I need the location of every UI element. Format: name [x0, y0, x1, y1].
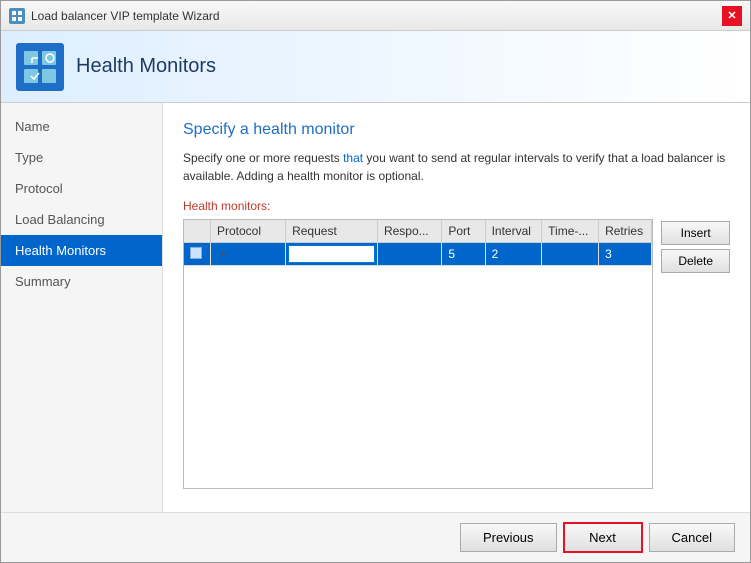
main-content: Name Type Protocol Load Balancing Health… — [1, 103, 750, 512]
protocol-cell[interactable]: ▼ — [211, 243, 286, 266]
sidebar-item-load-balancing[interactable]: Load Balancing — [1, 204, 162, 235]
app-icon — [9, 8, 25, 24]
col-header-response: Respo... — [377, 220, 441, 243]
footer: Previous Next Cancel — [1, 512, 750, 562]
section-label: Health monitors: — [183, 199, 730, 213]
table-row: ▼ 5 2 3 — [184, 243, 652, 266]
request-input[interactable] — [288, 245, 375, 263]
title-bar: Load balancer VIP template Wizard ✕ — [1, 1, 750, 31]
next-button[interactable]: Next — [563, 522, 643, 553]
request-cell[interactable] — [286, 243, 378, 266]
col-header-timeout: Time-... — [542, 220, 599, 243]
page-header-title: Health Monitors — [76, 55, 216, 78]
header-icon — [16, 43, 64, 91]
wizard-window: Load balancer VIP template Wizard ✕ Heal… — [0, 0, 751, 563]
insert-button[interactable]: Insert — [661, 221, 730, 245]
sidebar-item-health-monitors[interactable]: Health Monitors — [1, 235, 162, 266]
window-title: Load balancer VIP template Wizard — [31, 9, 220, 23]
timeout-cell — [542, 243, 599, 266]
col-header-retries: Retries — [599, 220, 652, 243]
sidebar-item-protocol[interactable]: Protocol — [1, 173, 162, 204]
table-header-row: Protocol Request Respo... Port Interval … — [184, 220, 652, 243]
health-monitors-table-container: Protocol Request Respo... Port Interval … — [183, 219, 653, 489]
col-header-protocol: Protocol — [211, 220, 286, 243]
sidebar-item-summary[interactable]: Summary — [1, 266, 162, 297]
protocol-dropdown-arrow[interactable]: ▼ — [219, 250, 227, 259]
sidebar-item-name[interactable]: Name — [1, 111, 162, 142]
window-body: Health Monitors Name Type Protocol Load … — [1, 31, 750, 562]
content-area: Specify a health monitor Specify one or … — [163, 103, 750, 512]
col-header-port: Port — [442, 220, 485, 243]
interval-cell: 2 — [485, 243, 542, 266]
cancel-button[interactable]: Cancel — [649, 523, 735, 552]
retries-cell: 3 — [599, 243, 652, 266]
close-button[interactable]: ✕ — [722, 6, 742, 26]
table-action-buttons: Insert Delete — [661, 219, 730, 273]
response-cell — [377, 243, 441, 266]
row-indicator — [190, 247, 202, 259]
header-banner: Health Monitors — [1, 31, 750, 103]
health-monitors-table: Protocol Request Respo... Port Interval … — [184, 220, 652, 266]
port-cell: 5 — [442, 243, 485, 266]
description-link: that — [343, 151, 363, 165]
delete-button[interactable]: Delete — [661, 249, 730, 273]
sidebar-item-type[interactable]: Type — [1, 142, 162, 173]
table-with-buttons: Protocol Request Respo... Port Interval … — [183, 219, 730, 489]
description: Specify one or more requests that you wa… — [183, 149, 730, 185]
row-indicator-cell — [184, 243, 211, 266]
content-title: Specify a health monitor — [183, 121, 730, 139]
col-header-interval: Interval — [485, 220, 542, 243]
sidebar: Name Type Protocol Load Balancing Health… — [1, 103, 163, 512]
previous-button[interactable]: Previous — [460, 523, 557, 552]
col-header-check — [184, 220, 211, 243]
col-header-request: Request — [286, 220, 378, 243]
